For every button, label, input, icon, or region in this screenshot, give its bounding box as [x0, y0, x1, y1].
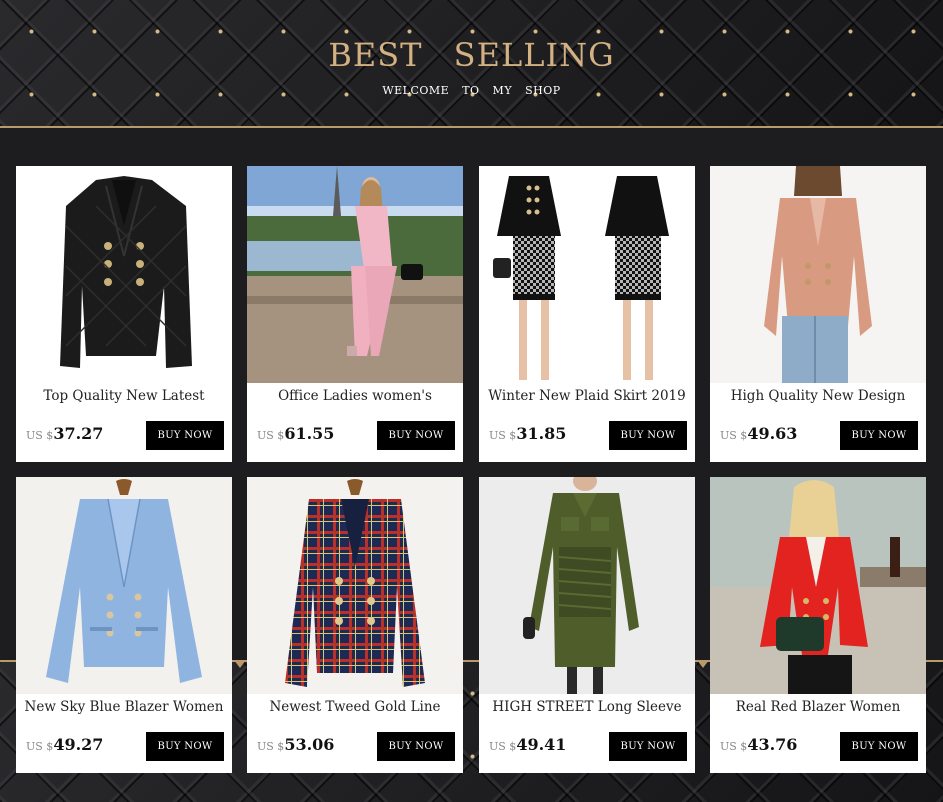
product-image[interactable]	[16, 166, 232, 383]
price-currency: US $	[26, 740, 54, 753]
product-image[interactable]	[247, 477, 463, 694]
page-title: BEST SELLING	[328, 36, 615, 74]
buy-now-button[interactable]: BUY NOW	[377, 732, 455, 761]
price-amount: 49.63	[747, 424, 798, 443]
page-subtitle: WELCOME TO MY SHOP	[382, 84, 561, 97]
product-card[interactable]: High Quality New Design US $49.63 BUY NO…	[710, 166, 926, 462]
product-price: US $61.55	[257, 424, 334, 443]
footer-notch	[697, 660, 709, 668]
price-amount: 53.06	[284, 735, 335, 754]
price-currency: US $	[257, 429, 285, 442]
product-image[interactable]	[710, 166, 926, 383]
price-currency: US $	[26, 429, 54, 442]
price-currency: US $	[489, 740, 517, 753]
buy-now-button[interactable]: BUY NOW	[840, 421, 918, 450]
product-title[interactable]: Winter New Plaid Skirt 2019	[479, 387, 695, 413]
price-amount: 43.76	[747, 735, 798, 754]
product-title[interactable]: Office Ladies women's	[247, 387, 463, 413]
product-card[interactable]: Office Ladies women's US $61.55 BUY NOW	[247, 166, 463, 462]
price-amount: 31.85	[516, 424, 567, 443]
buy-now-button[interactable]: BUY NOW	[609, 421, 687, 450]
product-title[interactable]: High Quality New Design	[710, 387, 926, 413]
product-title[interactable]: Real Red Blazer Women	[710, 698, 926, 724]
product-title[interactable]: HIGH STREET Long Sleeve	[479, 698, 695, 724]
product-card[interactable]: Real Red Blazer Women US $43.76 BUY NOW	[710, 477, 926, 773]
product-price: US $53.06	[257, 735, 334, 754]
buy-now-button[interactable]: BUY NOW	[609, 732, 687, 761]
product-image[interactable]	[479, 166, 695, 383]
price-currency: US $	[257, 740, 285, 753]
price-currency: US $	[489, 429, 517, 442]
price-amount: 61.55	[284, 424, 335, 443]
buy-now-button[interactable]: BUY NOW	[840, 732, 918, 761]
product-image[interactable]	[16, 477, 232, 694]
product-price: US $49.41	[489, 735, 566, 754]
product-title[interactable]: Newest Tweed Gold Line	[247, 698, 463, 724]
buy-now-button[interactable]: BUY NOW	[146, 732, 224, 761]
product-price: US $31.85	[489, 424, 566, 443]
price-currency: US $	[720, 740, 748, 753]
product-card[interactable]: Newest Tweed Gold Line US $53.06 BUY NOW	[247, 477, 463, 773]
price-amount: 49.27	[53, 735, 104, 754]
product-title[interactable]: Top Quality New Latest	[16, 387, 232, 413]
price-amount: 37.27	[53, 424, 104, 443]
buy-now-button[interactable]: BUY NOW	[146, 421, 224, 450]
price-amount: 49.41	[516, 735, 567, 754]
product-price: US $43.76	[720, 735, 797, 754]
product-price: US $49.63	[720, 424, 797, 443]
product-image[interactable]	[479, 477, 695, 694]
product-card[interactable]: New Sky Blue Blazer Women US $49.27 BUY …	[16, 477, 232, 773]
product-card[interactable]: Winter New Plaid Skirt 2019 US $31.85 BU…	[479, 166, 695, 462]
product-card[interactable]: Top Quality New Latest US $37.27 BUY NOW	[16, 166, 232, 462]
product-price: US $37.27	[26, 424, 103, 443]
product-title[interactable]: New Sky Blue Blazer Women	[16, 698, 232, 724]
product-card[interactable]: HIGH STREET Long Sleeve US $49.41 BUY NO…	[479, 477, 695, 773]
product-image[interactable]	[247, 166, 463, 383]
buy-now-button[interactable]: BUY NOW	[377, 421, 455, 450]
footer-notch	[234, 660, 246, 668]
product-image[interactable]	[710, 477, 926, 694]
price-currency: US $	[720, 429, 748, 442]
product-price: US $49.27	[26, 735, 103, 754]
